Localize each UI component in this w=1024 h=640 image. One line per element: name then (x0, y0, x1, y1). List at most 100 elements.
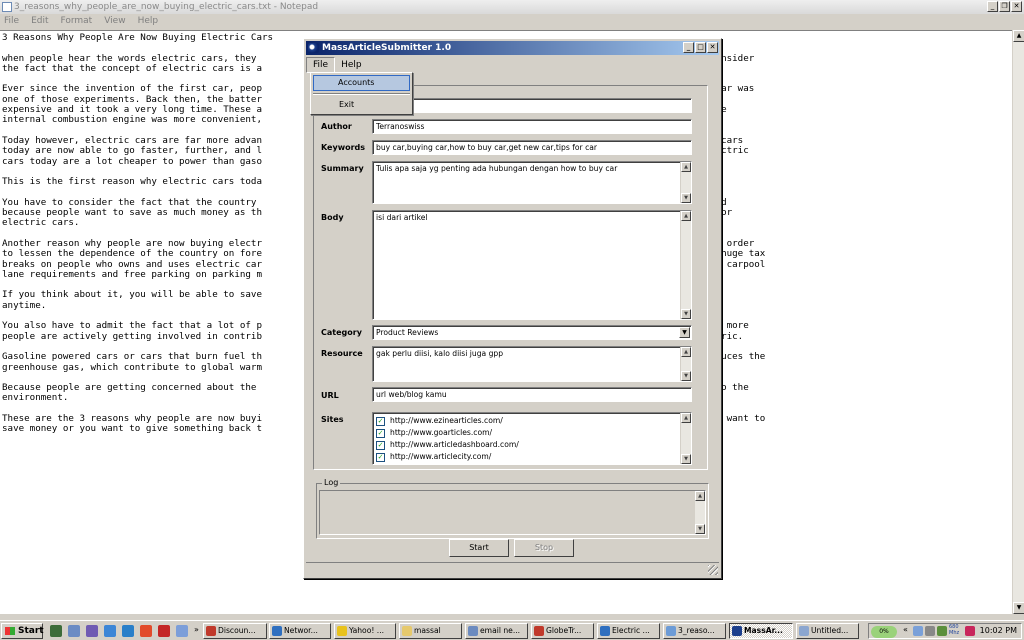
messenger-tray-icon[interactable] (965, 626, 975, 636)
notepad-title-bar[interactable]: 3_reasons_why_people_are_now_buying_elec… (0, 0, 1024, 14)
menu-item-exit[interactable]: Exit (313, 97, 410, 113)
summary-label: Summary (321, 164, 364, 173)
scroll-up-icon[interactable]: ▲ (681, 413, 691, 423)
body-scrollbar[interactable]: ▲ ▼ (680, 211, 691, 319)
restore-button[interactable]: ❐ (999, 1, 1010, 12)
cpu-meter-badge[interactable]: 0% (871, 626, 897, 638)
menu-format[interactable]: Format (61, 14, 93, 29)
menu-separator (313, 93, 410, 95)
dialog-title-bar[interactable]: MassArticleSubmitter 1.0 _ □ ✕ (306, 41, 719, 55)
scroll-up-icon[interactable]: ▲ (1013, 30, 1024, 42)
dialog-menu-help[interactable]: Help (335, 57, 368, 73)
body-text: isi dari artikel (376, 213, 428, 222)
category-select[interactable]: Product Reviews ▼ (372, 325, 692, 340)
start-button[interactable]: Start (1, 623, 44, 639)
menu-item-accounts[interactable]: Accounts (313, 75, 410, 91)
dialog-menu-bar: File Help (306, 57, 719, 73)
scroll-down-icon[interactable]: ▼ (695, 524, 705, 534)
scroll-down-icon[interactable]: ▼ (1013, 602, 1024, 614)
resource-scrollbar[interactable]: ▲ ▼ (680, 347, 691, 381)
log-scrollbar[interactable]: ▲ ▼ (694, 491, 705, 534)
quicklaunch-app-icon[interactable] (140, 625, 152, 637)
scroll-down-icon[interactable]: ▼ (681, 309, 691, 319)
site-item[interactable]: ✓ http://www.goarticles.com/ (376, 427, 492, 439)
menu-edit[interactable]: Edit (31, 14, 48, 29)
quicklaunch-player-icon[interactable] (158, 625, 170, 637)
taskbar-task[interactable]: massal (399, 623, 462, 639)
scroll-up-icon[interactable]: ▲ (681, 347, 691, 357)
taskbar-task[interactable]: Yahoo! ... (334, 623, 396, 639)
author-label: Author (321, 122, 352, 131)
scroll-up-icon[interactable]: ▲ (695, 491, 705, 501)
mass-article-submitter-window: MassArticleSubmitter 1.0 _ □ ✕ File Help… (303, 38, 722, 579)
scroll-up-icon[interactable]: ▲ (681, 211, 691, 221)
category-label: Category (321, 328, 362, 337)
notepad-icon (666, 626, 676, 636)
start-button[interactable]: Start (449, 539, 509, 557)
checkbox-checked-icon[interactable]: ✓ (376, 429, 385, 438)
sites-checklist[interactable]: ✓ http://www.ezinearticles.com/ ✓ http://w… (372, 412, 692, 465)
quicklaunch-desktop-icon[interactable] (50, 625, 62, 637)
scroll-up-icon[interactable]: ▲ (681, 162, 691, 172)
site-item[interactable]: ✓ http://www.articledashboard.com/ (376, 439, 519, 451)
log-textarea[interactable]: ▲ ▼ (319, 490, 706, 535)
yahoo-messenger-icon (337, 626, 347, 636)
dialog-close-button[interactable]: ✕ (707, 42, 718, 53)
taskbar-task[interactable]: Discoun... (203, 623, 267, 639)
keywords-label: Keywords (321, 143, 366, 152)
file-dropdown-menu: Accounts Exit (310, 72, 413, 115)
volume-tray-icon[interactable] (925, 626, 935, 636)
notepad-scrollbar[interactable]: ▲ ▼ (1012, 30, 1024, 614)
clock[interactable]: 10:02 PM (980, 624, 1017, 638)
quicklaunch-network-icon[interactable] (68, 625, 80, 637)
close-button[interactable]: ✕ (1011, 1, 1022, 12)
dialog-maximize-button[interactable]: □ (695, 42, 706, 53)
scroll-down-icon[interactable]: ▼ (681, 193, 691, 203)
summary-scrollbar[interactable]: ▲ ▼ (680, 162, 691, 203)
checkbox-checked-icon[interactable]: ✓ (376, 441, 385, 450)
network-tray-icon[interactable] (913, 626, 923, 636)
body-textarea[interactable]: isi dari artikel ▲ ▼ (372, 210, 692, 320)
taskbar-task[interactable]: Electric ... (597, 623, 660, 639)
title-input[interactable]: y a car (372, 98, 692, 113)
scroll-down-icon[interactable]: ▼ (681, 454, 691, 464)
category-value: Product Reviews (376, 328, 439, 337)
quicklaunch-ie-icon[interactable] (104, 625, 116, 637)
checkbox-checked-icon[interactable]: ✓ (376, 453, 385, 462)
sites-scrollbar[interactable]: ▲ ▼ (680, 413, 691, 464)
taskbar-task[interactable]: Untitled... (796, 623, 859, 639)
resource-text: gak perlu diisi, kalo diisi juga gpp (376, 349, 504, 358)
url-input[interactable]: url web/blog kamu (372, 387, 692, 402)
taskbar-task[interactable]: 3_reaso... (663, 623, 726, 639)
summary-textarea[interactable]: Tulis apa saja yg penting ada hubungan d… (372, 161, 692, 204)
tray-app-icon[interactable] (937, 626, 947, 636)
quicklaunch-media-icon[interactable] (86, 625, 98, 637)
ie-icon (272, 626, 282, 636)
dialog-minimize-button[interactable]: _ (683, 42, 694, 53)
start-label: Start (18, 626, 44, 636)
author-input[interactable]: Terranoswiss (372, 119, 692, 134)
site-item[interactable]: ✓ http://www.articlecity.com/ (376, 451, 491, 463)
quicklaunch-more-icon[interactable]: » (194, 625, 199, 634)
taskbar-task[interactable]: GlobeTr... (531, 623, 594, 639)
quicklaunch-folder-icon[interactable] (176, 625, 188, 637)
resize-grip-icon[interactable] (708, 565, 718, 575)
system-tray: 0% « 680 Mhz 10:02 PM (868, 623, 1022, 639)
url-label: URL (321, 391, 339, 400)
minimize-button[interactable]: _ (987, 1, 998, 12)
dialog-menu-file[interactable]: File (306, 57, 336, 73)
tray-expand-icon[interactable]: « (903, 625, 908, 634)
taskbar-task[interactable]: Networ... (269, 623, 331, 639)
keywords-input[interactable]: buy car,buying car,how to buy car,get ne… (372, 140, 692, 155)
menu-file[interactable]: File (4, 14, 19, 29)
site-item[interactable]: ✓ http://www.ezinearticles.com/ (376, 415, 503, 427)
taskbar-task[interactable]: email ne... (465, 623, 528, 639)
chevron-down-icon[interactable]: ▼ (679, 327, 690, 338)
quicklaunch-browser-icon[interactable] (122, 625, 134, 637)
menu-help[interactable]: Help (138, 14, 159, 29)
resource-textarea[interactable]: gak perlu diisi, kalo diisi juga gpp ▲ ▼ (372, 346, 692, 382)
scroll-down-icon[interactable]: ▼ (681, 371, 691, 381)
checkbox-checked-icon[interactable]: ✓ (376, 417, 385, 426)
menu-view[interactable]: View (104, 14, 125, 29)
taskbar-task-active[interactable]: MassAr... (729, 623, 793, 639)
